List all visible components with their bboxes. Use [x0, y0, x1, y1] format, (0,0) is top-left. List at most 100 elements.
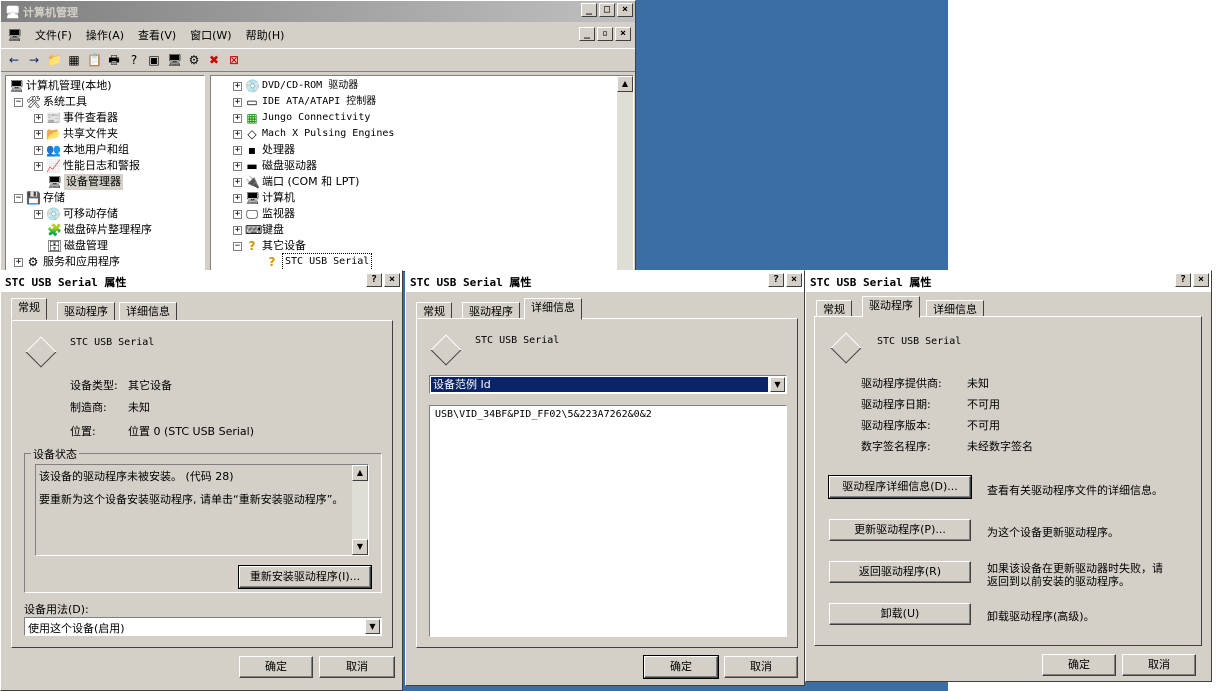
disable-device-icon[interactable]: ✖	[207, 53, 221, 67]
tree-event-viewer[interactable]: + 📰 事件查看器	[34, 110, 118, 126]
dialog-title-bar[interactable]: STC USB Serial 属性 ? ×	[806, 271, 1211, 292]
properties-icon[interactable]: 📋	[87, 53, 102, 67]
device-stc-usb-serial[interactable]: ? STC USB Serial	[265, 253, 373, 271]
device-processor[interactable]: + ▪ 处理器	[233, 142, 295, 158]
expand-icon[interactable]: +	[233, 177, 242, 187]
update-driver-icon[interactable]: ⚙	[187, 53, 201, 67]
device-status-text[interactable]: 该设备的驱动程序未被安装。 (代码 28) 要重新为这个设备安装驱动程序, 请单…	[35, 464, 369, 556]
expand-icon[interactable]: +	[233, 113, 242, 123]
tab-general[interactable]: 常规	[11, 298, 47, 320]
device-computer[interactable]: + 🖥 计算机	[233, 190, 295, 206]
tree-removable-storage[interactable]: + 💿 可移动存储	[34, 206, 118, 222]
dialog-title-bar[interactable]: STC USB Serial 属性 ? ×	[1, 271, 402, 292]
minimize-button[interactable]: _	[581, 3, 597, 17]
menu-view[interactable]: 查看(V)	[138, 27, 176, 43]
property-select[interactable]: 设备范例 Id ▼	[429, 375, 787, 394]
tree-shared-folders[interactable]: + 📂 共享文件夹	[34, 126, 118, 142]
mmc-title-bar[interactable]: 🖥 计算机管理 _ □ ×	[1, 1, 635, 22]
tree-system-tools[interactable]: − 🛠 系统工具	[14, 94, 87, 110]
help-icon[interactable]: ?	[127, 53, 141, 67]
rollback-driver-button[interactable]: 返回驱动程序(R)	[829, 561, 971, 583]
instance-id-value[interactable]: USB\VID_34BF&PID_FF02\5&223A7262&0&2	[435, 409, 652, 420]
collapse-icon[interactable]: −	[233, 241, 242, 251]
tree-services[interactable]: + ⚙ 服务和应用程序	[14, 254, 120, 270]
close-button[interactable]: ×	[1193, 273, 1209, 287]
expand-icon[interactable]: +	[34, 209, 43, 219]
status-scrollbar[interactable]: ▲ ▼	[352, 465, 368, 555]
update-driver-button[interactable]: 更新驱动程序(P)...	[829, 519, 971, 541]
menu-help[interactable]: 帮助(H)	[246, 27, 285, 43]
scroll-down-arrow[interactable]: ▼	[352, 539, 368, 555]
property-value-list[interactable]: USB\VID_34BF&PID_FF02\5&223A7262&0&2	[429, 405, 787, 637]
close-button[interactable]: ×	[384, 273, 400, 287]
uninstall-device-icon[interactable]: ⊠	[227, 53, 241, 67]
expand-icon[interactable]: +	[34, 161, 43, 171]
tree-storage[interactable]: − 💾 存储	[14, 190, 65, 206]
ok-button[interactable]: 确定	[239, 656, 313, 678]
tab-driver[interactable]: 驱动程序	[862, 296, 920, 318]
expand-icon[interactable]: +	[233, 81, 242, 91]
device-keyboard[interactable]: + ⌨ 键盘	[233, 222, 284, 238]
dialog-title-bar[interactable]: STC USB Serial 属性 ? ×	[406, 271, 804, 292]
menu-action[interactable]: 操作(A)	[86, 27, 124, 43]
view-icon[interactable]: ▣	[147, 53, 161, 67]
tab-driver[interactable]: 驱动程序	[57, 302, 115, 321]
child-restore-button[interactable]: ▫	[597, 27, 613, 41]
device-monitor[interactable]: + 🖵 监视器	[233, 206, 295, 222]
device-mach[interactable]: + ◇ Mach X Pulsing Engines	[233, 126, 394, 142]
expand-icon[interactable]: +	[233, 209, 242, 219]
scroll-up-arrow[interactable]: ▲	[617, 76, 633, 92]
chevron-down-icon[interactable]: ▼	[365, 619, 380, 634]
forward-arrow-icon[interactable]: →	[27, 53, 41, 67]
device-list-scrollbar[interactable]: ▲	[617, 76, 633, 271]
help-button[interactable]: ?	[366, 273, 382, 287]
help-button[interactable]: ?	[1175, 273, 1191, 287]
expand-icon[interactable]: +	[34, 113, 43, 123]
expand-icon[interactable]: +	[34, 129, 43, 139]
scroll-up-arrow[interactable]: ▲	[352, 465, 368, 481]
expand-icon[interactable]: +	[233, 161, 242, 171]
device-ports[interactable]: + 🔌 端口 (COM 和 LPT)	[233, 174, 359, 190]
reinstall-driver-button[interactable]: 重新安装驱动程序(I)...	[238, 565, 372, 589]
menu-file[interactable]: 文件(F)	[35, 27, 72, 43]
device-disk-drives[interactable]: + ▬ 磁盘驱动器	[233, 158, 317, 174]
back-arrow-icon[interactable]: ←	[7, 53, 21, 67]
maximize-button[interactable]: □	[599, 3, 615, 17]
tree-root[interactable]: 🖥 计算机管理(本地)	[9, 78, 112, 94]
device-usage-select[interactable]: 使用这个设备(启用) ▼	[24, 617, 382, 636]
tab-details[interactable]: 详细信息	[524, 298, 582, 320]
device-jungo[interactable]: + ▦ Jungo Connectivity	[233, 110, 370, 126]
device-other[interactable]: −? 其它设备	[233, 238, 306, 254]
ok-button[interactable]: 确定	[1042, 654, 1116, 676]
expand-icon[interactable]: +	[233, 97, 242, 107]
cancel-button[interactable]: 取消	[724, 656, 798, 678]
child-minimize-button[interactable]: _	[579, 27, 595, 41]
print-icon[interactable]: 🖶	[107, 53, 121, 67]
cancel-button[interactable]: 取消	[319, 656, 395, 678]
expand-icon[interactable]: +	[34, 145, 43, 155]
scan-hardware-icon[interactable]: 🖥	[167, 53, 182, 67]
close-button[interactable]: ×	[786, 273, 802, 287]
console-tree[interactable]: 🖥 计算机管理(本地) − 🛠 系统工具 + 📰 事件查看器 + 📂 共享文件夹 + 👥 本地用户…	[5, 75, 205, 271]
tree-device-manager[interactable]: 🖥 设备管理器	[47, 174, 123, 190]
device-dvd[interactable]: + 💿 DVD/CD-ROM 驱动器	[233, 78, 358, 94]
tab-details[interactable]: 详细信息	[119, 302, 177, 321]
expand-icon[interactable]: +	[14, 257, 23, 267]
expand-icon[interactable]: +	[233, 129, 242, 139]
tree-perf-logs[interactable]: + 📈 性能日志和警报	[34, 158, 140, 174]
tree-disk-management[interactable]: 🗄 磁盘管理	[47, 238, 108, 254]
expand-icon[interactable]: +	[233, 193, 242, 203]
child-close-button[interactable]: ×	[615, 27, 631, 41]
menu-window[interactable]: 窗口(W)	[190, 27, 231, 43]
expand-icon[interactable]: +	[233, 225, 242, 235]
up-folder-icon[interactable]: 📁	[47, 53, 62, 67]
help-button[interactable]: ?	[768, 273, 784, 287]
device-list[interactable]: + 💿 DVD/CD-ROM 驱动器 + ▭ IDE ATA/ATAPI 控制器 + ▦ J…	[210, 75, 634, 271]
collapse-icon[interactable]: −	[14, 97, 23, 107]
show-tree-icon[interactable]: ▦	[67, 53, 81, 67]
uninstall-driver-button[interactable]: 卸载(U)	[829, 603, 971, 625]
close-button[interactable]: ×	[617, 3, 633, 17]
tree-local-users[interactable]: + 👥 本地用户和组	[34, 142, 129, 158]
expand-icon[interactable]: +	[233, 145, 242, 155]
tree-defrag[interactable]: 🧩 磁盘碎片整理程序	[47, 222, 152, 238]
